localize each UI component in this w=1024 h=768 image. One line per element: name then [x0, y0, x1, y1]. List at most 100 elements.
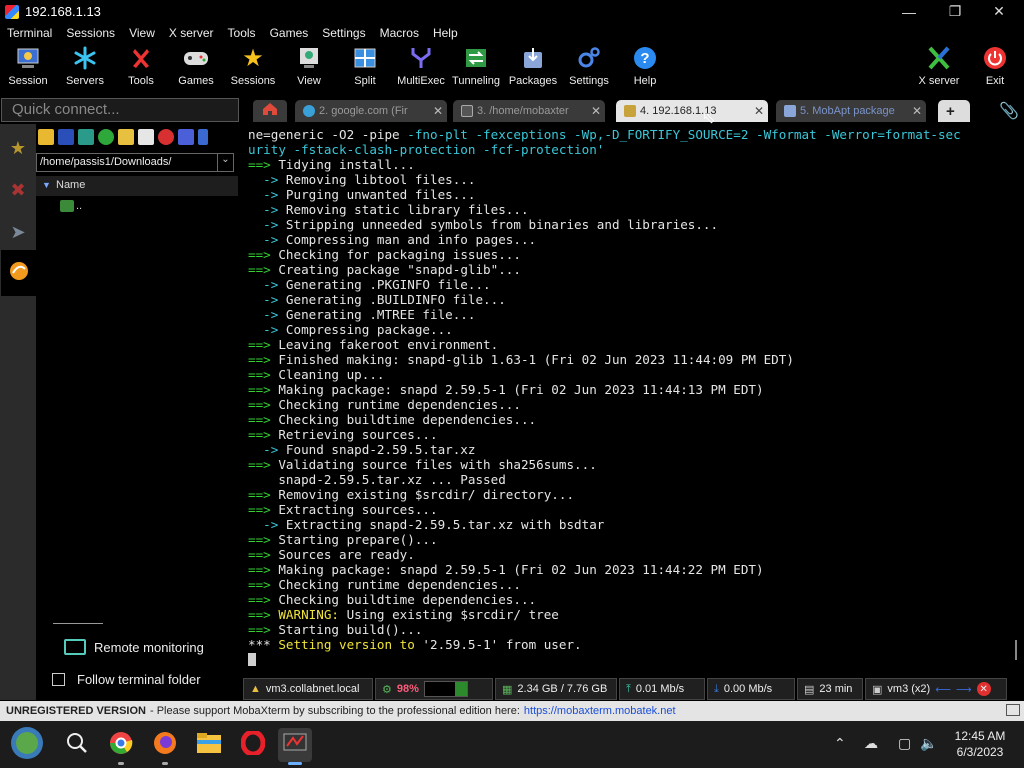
delete-icon[interactable]	[158, 129, 174, 145]
split-button[interactable]: Split	[334, 45, 396, 93]
multiexec-button[interactable]: MultiExec	[390, 45, 452, 93]
open-folder-icon[interactable]	[38, 129, 54, 145]
menu-tools[interactable]: Tools	[221, 26, 263, 40]
speaker-icon[interactable]: 🔈	[920, 735, 937, 752]
tab-192-168-1-13[interactable]: 4. 192.168.1.13 ✕	[616, 100, 768, 122]
tab-google[interactable]: 2. google.com (Fir ✕	[295, 100, 447, 122]
left-sidebar: ★ ✖ ➤	[0, 124, 36, 700]
star-icon: ★	[9, 137, 27, 158]
menu-games[interactable]: Games	[263, 26, 316, 40]
close-tab-icon[interactable]: ✕	[908, 104, 926, 118]
sidebar-macros-button[interactable]: ➤	[2, 212, 34, 252]
menu-x-server[interactable]: X server	[162, 26, 221, 40]
x-server-button[interactable]: X server	[908, 45, 970, 93]
new-tab-button[interactable]: +	[938, 100, 970, 122]
settings-button[interactable]: Settings	[558, 45, 620, 93]
terminal-line: ==> Starting build()...	[248, 622, 423, 637]
session-button[interactable]: Session	[0, 45, 59, 93]
menu-view[interactable]: View	[122, 26, 162, 40]
packages-button[interactable]: Packages	[502, 45, 564, 93]
checkbox[interactable]	[52, 673, 65, 686]
arrow-right-icon[interactable]: ⟶	[956, 683, 972, 696]
terminal-line: -> Compressing package...	[248, 322, 453, 337]
close-tab-icon[interactable]: ✕	[750, 104, 768, 118]
upload-icon[interactable]	[78, 129, 94, 145]
system-clock[interactable]: 12:45 AM 6/3/2023	[940, 728, 1020, 760]
tab-home-mobaxterm[interactable]: 3. /home/mobaxter ✕	[453, 100, 605, 122]
chevron-down-icon[interactable]: ⌄	[217, 154, 233, 171]
mobaxterm-link[interactable]: https://mobaxterm.mobatek.net	[524, 705, 676, 717]
close-window-button[interactable]: ✕	[976, 0, 1022, 23]
tunneling-button[interactable]: Tunneling	[445, 45, 507, 93]
status-host[interactable]: ▲ vm3.collabnet.local	[243, 678, 373, 700]
taskbar-file-explorer[interactable]	[192, 728, 226, 762]
taskbar-mobaxterm[interactable]	[278, 728, 312, 765]
gear-icon	[576, 45, 602, 71]
refresh-icon[interactable]	[98, 129, 114, 145]
terminal-line: ==> Checking buildtime dependencies...	[248, 592, 537, 607]
menu-bar: Terminal Sessions View X server Tools Ga…	[0, 23, 1024, 43]
sidebar-sessions-button[interactable]: ★	[2, 128, 34, 168]
chevron-up-icon[interactable]: ⌃	[834, 735, 846, 752]
arrow-left-icon[interactable]: ⟵	[935, 683, 951, 696]
taskbar-firefox[interactable]	[148, 728, 182, 765]
status-memory[interactable]: ▦ 2.34 GB / 7.76 GB	[495, 678, 617, 700]
menu-macros[interactable]: Macros	[373, 26, 426, 40]
more-icon[interactable]	[198, 129, 208, 145]
terminal-output[interactable]: ne=generic -O2 -pipe -fno-plt -fexceptio…	[243, 126, 1015, 672]
menu-terminal[interactable]: Terminal	[0, 26, 59, 40]
remote-monitoring-button[interactable]: Remote monitoring	[64, 639, 204, 655]
menu-help[interactable]: Help	[426, 26, 465, 40]
tools-button[interactable]: Tools	[110, 45, 172, 93]
start-button[interactable]	[8, 726, 46, 764]
status-uptime[interactable]: ▤ 23 min	[797, 678, 863, 700]
tab-mobapt-packages[interactable]: 5. MobApt package ✕	[776, 100, 926, 122]
help-button[interactable]: ? Help	[614, 45, 676, 93]
home-tab[interactable]	[253, 100, 287, 122]
follow-terminal-folder-checkbox[interactable]: Follow terminal folder	[52, 672, 201, 687]
new-folder-icon[interactable]	[118, 129, 134, 145]
close-session-icon[interactable]: ✕	[976, 682, 991, 696]
rename-icon[interactable]	[178, 129, 194, 145]
attachment-icon[interactable]: 📎	[999, 101, 1019, 121]
terminal-line: -> Removing libtool files...	[248, 172, 476, 187]
taskbar-opera[interactable]	[236, 728, 270, 762]
folder-icon	[196, 732, 222, 759]
search-button[interactable]	[60, 728, 94, 762]
exit-button[interactable]: Exit	[964, 45, 1024, 93]
banner-toggle-icon[interactable]	[1006, 704, 1020, 716]
download-icon[interactable]	[58, 129, 74, 145]
sidebar-sftp-button[interactable]	[1, 250, 36, 296]
terminal-line: ==> Extracting sources...	[248, 502, 438, 517]
taskbar-chrome[interactable]	[104, 728, 138, 765]
view-button[interactable]: View	[278, 45, 340, 93]
terminal-line: ==> Checking buildtime dependencies...	[248, 412, 537, 427]
sessions-button[interactable]: ★ Sessions	[222, 45, 284, 93]
menu-sessions[interactable]: Sessions	[59, 26, 122, 40]
minimize-button[interactable]: —	[886, 0, 932, 23]
maximize-button[interactable]: ❐	[932, 0, 978, 23]
quick-connect-input[interactable]: Quick connect...	[1, 98, 239, 122]
close-tab-icon[interactable]: ✕	[587, 104, 605, 118]
home-icon	[262, 102, 278, 121]
terminal-scrollbar[interactable]	[1015, 640, 1017, 660]
name-column-header[interactable]: ▼ Name	[36, 176, 238, 196]
status-upload[interactable]: ⤒ 0.01 Mb/s	[619, 678, 705, 700]
window-title: 192.168.1.13	[25, 4, 101, 19]
servers-button[interactable]: Servers	[54, 45, 116, 93]
new-file-icon[interactable]	[138, 129, 154, 145]
terminal-line: urity -fstack-clash-protection -fcf-prot…	[248, 142, 605, 157]
status-cpu[interactable]: ⚙ 98%	[375, 678, 493, 700]
status-user[interactable]: ▣ vm3 (x2) ⟵ ⟶ ✕	[865, 678, 1007, 700]
menu-settings[interactable]: Settings	[315, 26, 372, 40]
close-tab-icon[interactable]: ✕	[429, 104, 447, 118]
network-off-icon[interactable]: ☁	[864, 735, 878, 752]
display-icon[interactable]: ▢	[898, 735, 911, 752]
sidebar-tools-button[interactable]: ✖	[2, 170, 34, 210]
status-download[interactable]: ⤓ 0.00 Mb/s	[707, 678, 795, 700]
list-item[interactable]: ..	[60, 200, 82, 212]
terminal-line: -> Generating .BUILDINFO file...	[248, 292, 506, 307]
games-button[interactable]: Games	[165, 45, 227, 93]
remote-path-field[interactable]: /home/passis1/Downloads/ ⌄	[36, 153, 234, 172]
packages-icon	[520, 45, 546, 71]
